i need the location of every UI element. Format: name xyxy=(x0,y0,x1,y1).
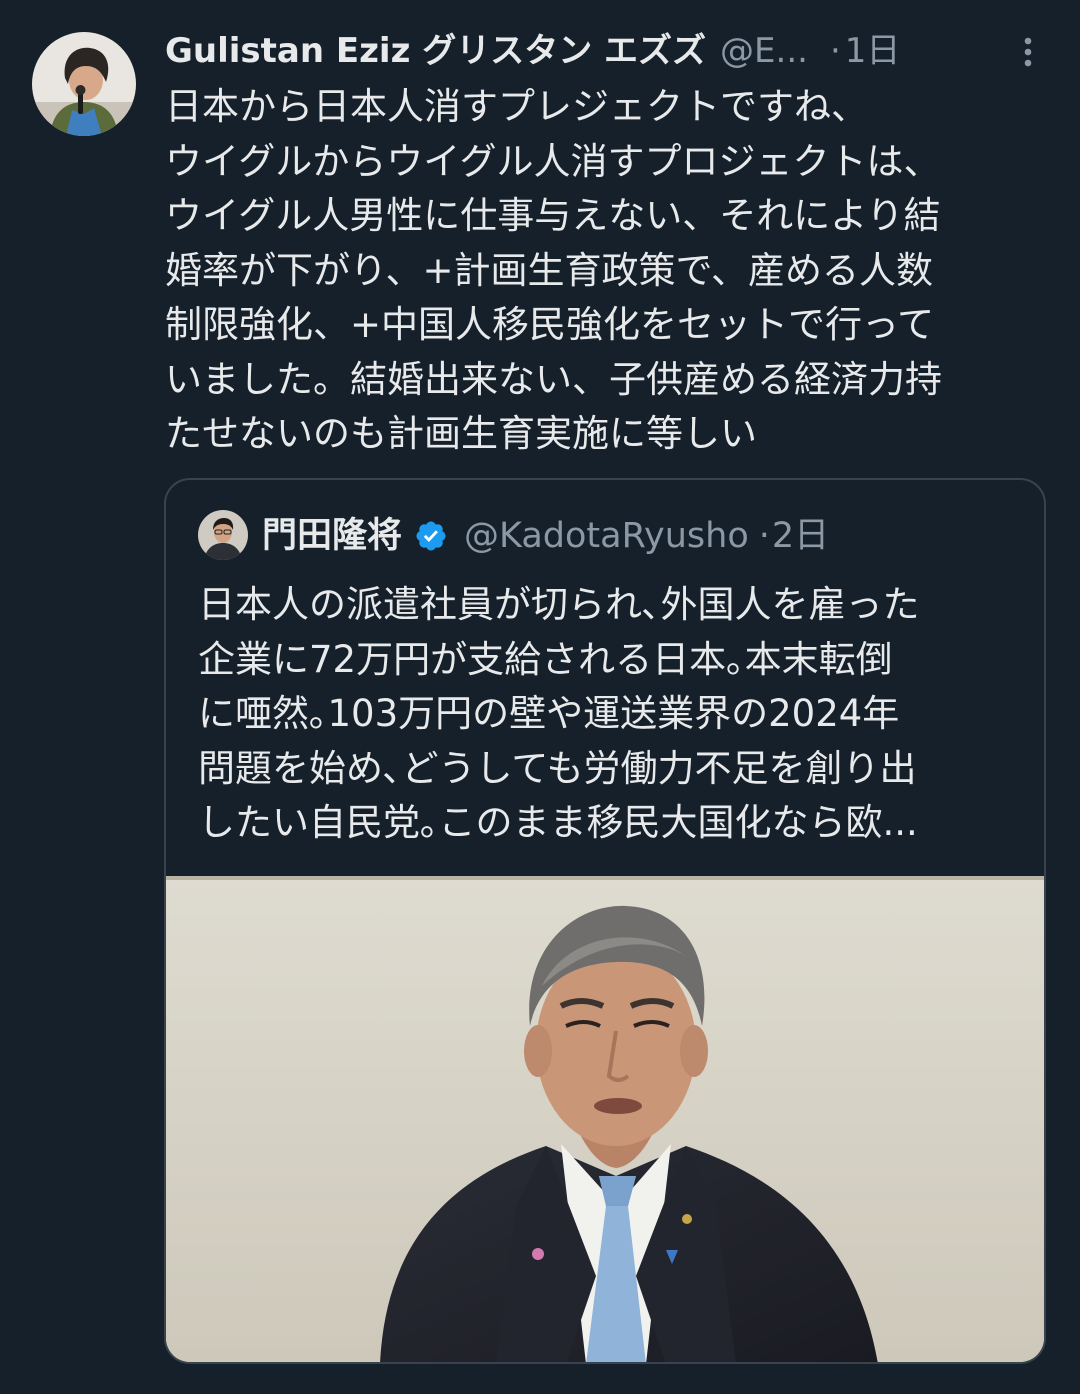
quoted-tweet-image[interactable] xyxy=(166,876,1044,1362)
author-handle[interactable]: @E... xyxy=(720,26,808,76)
quoted-text-line: したい自民党｡このまま移民大国化なら欧... xyxy=(198,801,918,844)
tweet-text-line: ウイグルからウイグル人消すプロジェクトは、 xyxy=(165,139,941,183)
quoted-author-handle[interactable]: @KadotaRyusho xyxy=(464,510,749,562)
quoted-author-display-name[interactable]: 門田隆将 xyxy=(262,510,402,562)
tweet-header: Gulistan Eziz グリスタン エズズ @E... · 1日 xyxy=(165,26,1055,76)
quoted-author-avatar[interactable] xyxy=(198,510,248,560)
author-avatar[interactable] xyxy=(32,32,136,136)
quoted-tweet-text: 日本人の派遣社員が切られ､外国人を雇った 企業に72万円が支給される日本｡本末転… xyxy=(198,578,1038,851)
verified-badge-icon xyxy=(414,519,448,553)
tweet[interactable]: Gulistan Eziz グリスタン エズズ @E... · 1日 日本から日… xyxy=(0,0,1080,1394)
quoted-text-line: 問題を始め､どうしても労働力不足を創り出 xyxy=(198,746,917,790)
tweet-text-line: ウイグル人男性に仕事与えない、それにより結 xyxy=(165,194,941,237)
separator-dot: · xyxy=(829,31,841,71)
quoted-text-line: 企業に72万円が支給される日本｡本末転倒 xyxy=(198,637,893,681)
tweet-text-line: 婚率が下がり、+計画生育政策で、産める人数 xyxy=(165,248,934,292)
tweet-text-line: 制限強化、+中国人移民強化をセットで行って xyxy=(165,303,935,346)
tweet-text: 日本から日本人消すプレジェクトですね、 ウイグルからウイグル人消すプロジェクトは… xyxy=(165,80,1055,462)
author-display-name[interactable]: Gulistan Eziz グリスタン エズズ xyxy=(165,26,706,76)
tweet-text-line: たせないのも計画生育実施に等しい xyxy=(165,412,757,455)
quoted-tweet-header: 門田隆将 @KadotaRyusho · 2日 xyxy=(262,510,829,562)
more-vertical-icon xyxy=(1024,37,1032,67)
quoted-tweet-timestamp[interactable]: 2日 xyxy=(772,510,829,562)
tweet-text-line: 日本から日本人消すプレジェクトですね、 xyxy=(165,85,868,128)
quoted-text-line: 日本人の派遣社員が切られ､外国人を雇った xyxy=(198,583,920,626)
quoted-tweet-card[interactable]: 門田隆将 @KadotaRyusho · 2日 日本人の派遣社員が切られ､外国人… xyxy=(164,478,1046,1364)
separator-dot: · xyxy=(758,516,770,556)
quoted-text-line: に唖然｡103万円の壁や運送業界の2024年 xyxy=(198,692,900,735)
tweet-text-line: いました。結婚出来ない、子供産める経済力持 xyxy=(165,357,942,401)
more-options-button[interactable] xyxy=(1010,34,1046,70)
tweet-timestamp[interactable]: 1日 xyxy=(845,26,901,76)
